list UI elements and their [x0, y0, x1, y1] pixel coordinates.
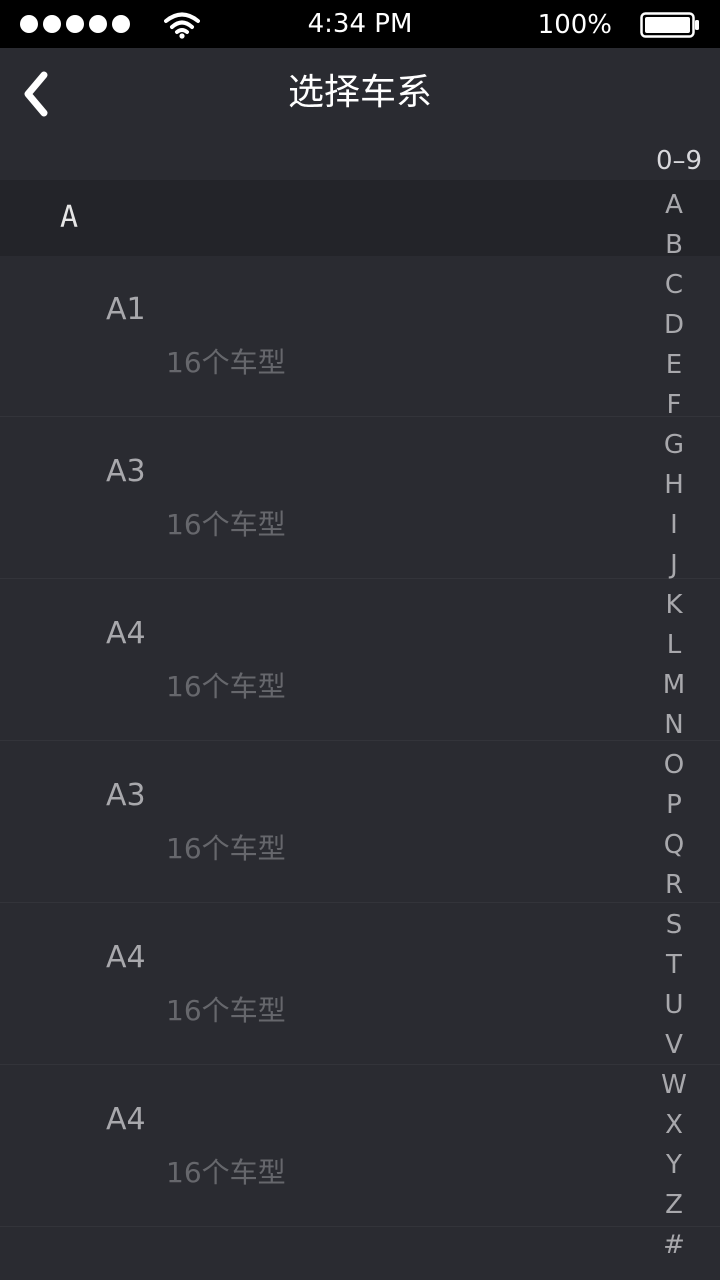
list-item[interactable]: A1 16个车型: [0, 256, 720, 417]
index-letter[interactable]: H: [644, 470, 704, 500]
index-letter[interactable]: T: [644, 950, 704, 980]
index-item-numbers[interactable]: 0–9: [632, 146, 720, 176]
index-letter[interactable]: R: [644, 870, 704, 900]
alphabet-index[interactable]: 0–9 A B C D E F G H I J K L M N O P Q R …: [620, 140, 720, 1270]
index-letter[interactable]: Q: [644, 830, 704, 860]
index-letter[interactable]: B: [644, 230, 704, 260]
index-letter[interactable]: U: [644, 990, 704, 1020]
section-header-letter: A: [60, 200, 79, 235]
index-letter[interactable]: I: [644, 510, 704, 540]
model-count: 16个车型: [166, 994, 286, 1027]
series-list: A A1 16个车型 A3 16个车型 A4 16个车型 A3 16个车型 A4…: [0, 138, 720, 1280]
index-letter[interactable]: O: [644, 750, 704, 780]
model-count: 16个车型: [166, 670, 286, 703]
model-count: 16个车型: [166, 508, 286, 541]
index-letter[interactable]: Y: [644, 1150, 704, 1180]
list-item[interactable]: A4 16个车型: [0, 904, 720, 1065]
index-letter[interactable]: Z: [644, 1190, 704, 1220]
index-letter[interactable]: A: [644, 190, 704, 220]
index-letter[interactable]: K: [644, 590, 704, 620]
index-letter[interactable]: X: [644, 1110, 704, 1140]
index-letter[interactable]: M: [644, 670, 704, 700]
battery-percentage: 100%: [537, 10, 612, 40]
status-bar: 4:34 PM 100%: [0, 0, 720, 48]
index-letter[interactable]: S: [644, 910, 704, 940]
index-letter[interactable]: G: [644, 430, 704, 460]
index-letter[interactable]: V: [644, 1030, 704, 1060]
series-name: A3: [106, 778, 146, 813]
section-header: A: [0, 180, 720, 256]
list-item[interactable]: A3 16个车型: [0, 418, 720, 579]
model-count: 16个车型: [166, 832, 286, 865]
model-count: 16个车型: [166, 346, 286, 379]
index-letter[interactable]: D: [644, 310, 704, 340]
series-name: A4: [106, 940, 146, 975]
list-item[interactable]: A4 16个车型: [0, 1066, 720, 1227]
index-letter[interactable]: #: [644, 1230, 704, 1260]
model-count: 16个车型: [166, 1156, 286, 1189]
index-letter[interactable]: J: [644, 550, 704, 580]
series-name: A4: [106, 616, 146, 651]
index-letter[interactable]: F: [644, 390, 704, 420]
index-letter[interactable]: L: [644, 630, 704, 660]
index-letter[interactable]: C: [644, 270, 704, 300]
status-time: 4:34 PM: [307, 9, 413, 39]
index-letter[interactable]: P: [644, 790, 704, 820]
page-title: 选择车系: [287, 72, 432, 113]
list-item[interactable]: A4 16个车型: [0, 580, 720, 741]
series-name: A1: [106, 292, 146, 327]
battery-icon: [640, 12, 699, 38]
index-letter[interactable]: W: [644, 1070, 704, 1100]
series-name: A4: [106, 1102, 146, 1137]
index-letter[interactable]: E: [644, 350, 704, 380]
list-item[interactable]: A3 16个车型: [0, 742, 720, 903]
series-name: A3: [106, 454, 146, 489]
navigation-bar: 选择车系: [0, 48, 720, 138]
index-letter[interactable]: N: [644, 710, 704, 740]
